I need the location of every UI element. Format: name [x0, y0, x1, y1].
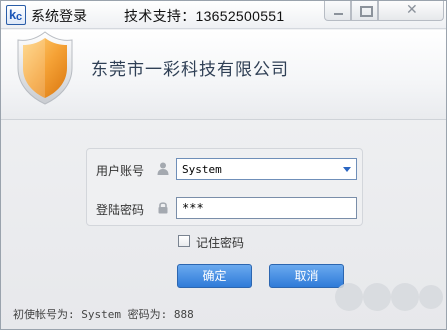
- watermark-logo: [335, 283, 443, 311]
- remember-checkbox[interactable]: [178, 235, 190, 247]
- header-banner: 东莞市一彩科技有限公司: [1, 30, 446, 120]
- remember-label[interactable]: 记住密码: [196, 234, 244, 251]
- lock-icon: [158, 202, 168, 214]
- close-icon: ✕: [406, 2, 418, 18]
- user-icon: [157, 162, 169, 175]
- password-label: 登陆密码: [96, 203, 145, 217]
- username-label: 用户账号: [96, 164, 145, 178]
- close-button[interactable]: ✕: [378, 1, 444, 21]
- username-select[interactable]: System: [176, 158, 357, 180]
- ok-button[interactable]: 确定: [177, 264, 252, 288]
- default-account-hint: 初使帐号为: System 密码为: 888: [13, 308, 194, 321]
- maximize-button[interactable]: [351, 1, 378, 21]
- support-info: 技术支持：13652500551: [124, 8, 285, 24]
- company-name: 东莞市一彩科技有限公司: [91, 60, 289, 79]
- chevron-down-icon[interactable]: [338, 159, 356, 179]
- username-value: System: [182, 163, 222, 176]
- shield-icon: [17, 31, 73, 105]
- login-window: kc 系统登录 技术支持：13652500551 ✕ 东莞市一彩科技有限公司 用…: [0, 0, 447, 330]
- window-title: 系统登录: [31, 8, 87, 24]
- app-logo-icon: kc: [6, 5, 26, 25]
- minimize-button[interactable]: [324, 1, 351, 21]
- password-field[interactable]: [176, 197, 357, 219]
- title-bar[interactable]: kc 系统登录 技术支持：13652500551 ✕: [1, 1, 446, 29]
